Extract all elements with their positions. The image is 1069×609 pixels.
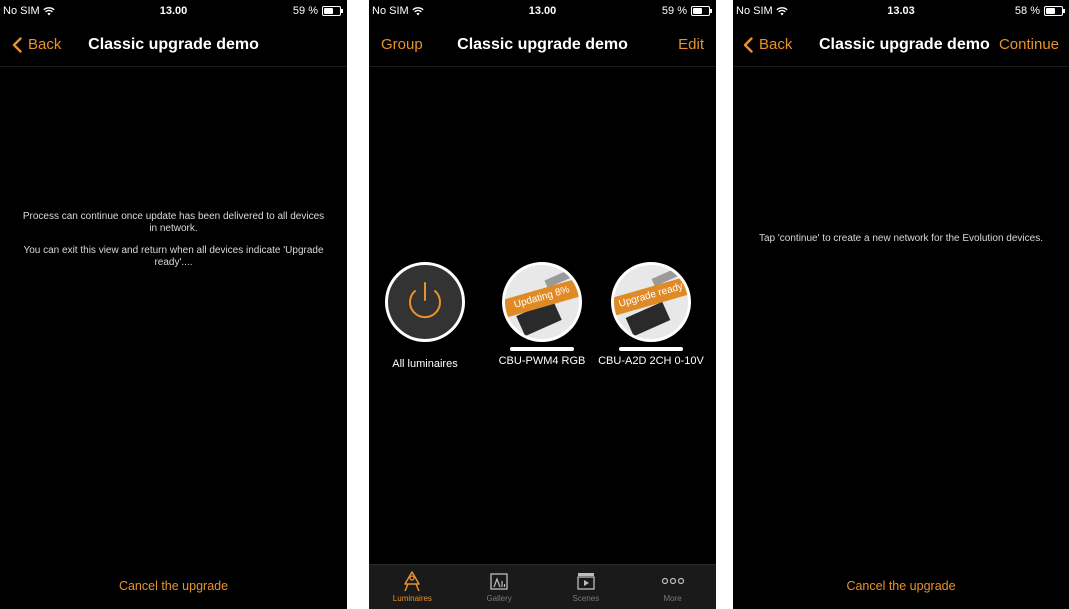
lamp-icon [404,571,421,592]
luminaire-avatar [385,262,465,342]
luminaire-photo: Upgrade ready [611,262,691,342]
battery-group: 59 % [661,5,712,17]
message-line-1: Tap 'continue' to create a new network f… [759,233,1043,244]
navigation-bar: Group Classic upgrade demo Edit [369,22,716,67]
more-icon [661,577,684,585]
battery-fill [1046,8,1055,14]
message-line-2: You can exit this view and return when a… [23,245,324,268]
navigation-bar: Back Classic upgrade demo [0,22,347,67]
clapperboard-icon [577,573,595,590]
battery-percent: 59 % [661,5,687,17]
tab-more[interactable]: More [629,565,716,609]
luminaire-all[interactable]: All luminaires [370,262,480,370]
page-title: Classic upgrade demo [457,36,628,53]
back-label: Back [759,36,793,53]
tab-label: More [663,594,682,603]
luminaire-label: CBU-PWM4 RGB [498,355,586,367]
battery-icon [1044,6,1065,16]
battery-fill [324,8,333,14]
cancel-upgrade-button[interactable]: Cancel the upgrade [0,579,347,593]
luminaire-photo: Updating 8% [502,262,582,342]
screen-luminaires: No SIM 13.00 59 % Group Classic upgrade … [369,0,716,609]
tab-gallery[interactable]: Gallery [456,565,543,609]
tab-luminaires[interactable]: Luminaires [369,565,456,609]
tab-bar: Luminaires Gallery Scenes More [369,564,716,609]
luminaire-cbu-a2d-2ch[interactable]: Upgrade ready CBU-A2D 2CH 0-10V [596,262,706,367]
tab-scenes[interactable]: Scenes [543,565,630,609]
screen-upgrade-in-progress: No SIM 13.00 59 % Back Classic upgrade d… [0,0,347,609]
page-title: Classic upgrade demo [819,36,990,53]
continue-button[interactable]: Continue [999,36,1059,53]
chevron-left-icon [743,36,753,53]
message-line-1: Process can continue once update has bee… [22,211,325,234]
battery-icon [691,6,712,16]
battery-group: 58 % [1014,5,1065,17]
status-bar: No SIM 13.00 59 % [369,0,716,22]
tab-label: Luminaires [392,594,432,603]
status-bar: No SIM 13.03 58 % [733,0,1069,22]
screen-continue-upgrade: No SIM 13.03 58 % Back Classic upgrade d… [733,0,1069,609]
gallery-icon [490,573,508,590]
battery-icon [322,6,343,16]
luminaire-level-bar [619,347,683,351]
power-icon [409,282,441,319]
status-bar: No SIM 13.00 59 % [0,0,347,22]
tab-label: Gallery [486,594,512,603]
battery-group: 59 % [292,5,343,17]
navigation-bar: Back Classic upgrade demo Continue [733,22,1069,67]
upgrade-message: Process can continue once update has bee… [20,211,327,279]
luminaire-cbu-pwm4-rgb[interactable]: Updating 8% CBU-PWM4 RGB [487,262,597,367]
continue-message: Tap 'continue' to create a new network f… [753,233,1049,255]
edit-button[interactable]: Edit [678,36,704,53]
battery-percent: 58 % [1014,5,1040,17]
cancel-upgrade-button[interactable]: Cancel the upgrade [733,579,1069,593]
page-title: Classic upgrade demo [88,36,259,53]
battery-percent: 59 % [292,5,318,17]
tab-label: Scenes [572,594,600,603]
luminaire-level-bar [510,347,574,351]
luminaire-label: All luminaires [392,358,458,370]
battery-fill [693,8,702,14]
luminaire-label: CBU-A2D 2CH 0-10V [598,355,704,367]
back-button[interactable]: Back [743,36,792,53]
